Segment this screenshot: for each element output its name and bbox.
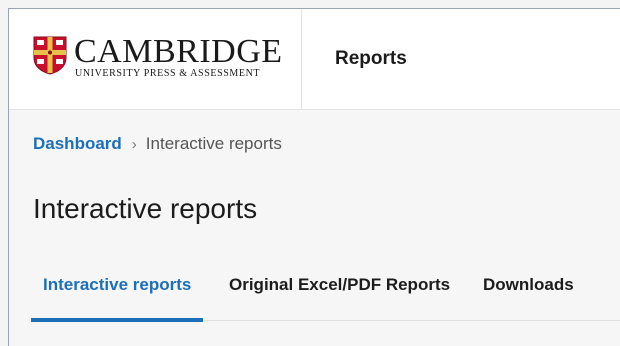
- university-shield-icon: [33, 36, 67, 75]
- app-window: CAMBRIDGE UNIVERSITY PRESS & ASSESSMENT …: [8, 8, 620, 346]
- breadcrumb-dashboard-link[interactable]: Dashboard: [33, 134, 122, 153]
- brand-name: CAMBRIDGE: [74, 33, 283, 70]
- tab-interactive-reports[interactable]: Interactive reports: [31, 257, 204, 322]
- page-title: Interactive reports: [33, 193, 258, 224]
- app-title[interactable]: Reports: [335, 48, 407, 70]
- breadcrumb-current: Interactive reports: [145, 134, 282, 153]
- report-tabs: Interactive reports Original Excel/PDF R…: [31, 257, 620, 322]
- brand-subtitle: UNIVERSITY PRESS & ASSESSMENT: [75, 68, 261, 79]
- breadcrumb-separator: ›: [131, 136, 137, 153]
- top-header: CAMBRIDGE UNIVERSITY PRESS & ASSESSMENT …: [9, 9, 620, 110]
- tab-downloads[interactable]: Downloads: [483, 257, 574, 321]
- logo[interactable]: CAMBRIDGE UNIVERSITY PRESS & ASSESSMENT: [9, 9, 302, 110]
- breadcrumb: Dashboard › Interactive reports: [33, 134, 282, 155]
- tab-original-excel-pdf-reports[interactable]: Original Excel/PDF Reports: [229, 257, 450, 321]
